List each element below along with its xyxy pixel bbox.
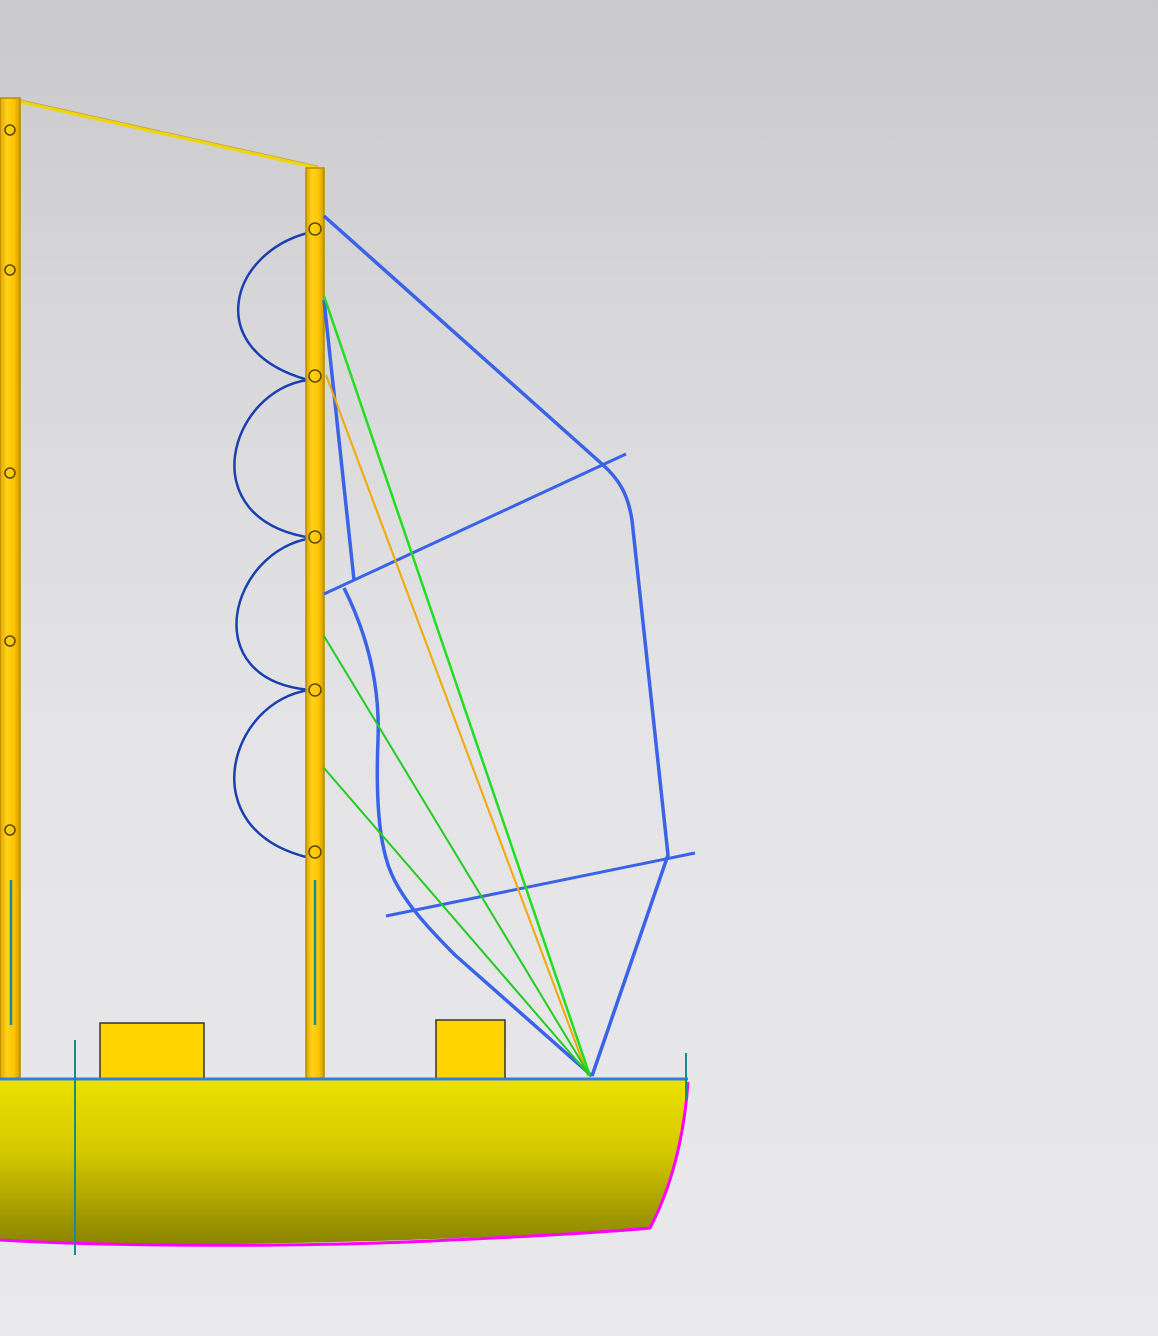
triatic-stay (11, 98, 319, 170)
rig-drawing (0, 97, 696, 1255)
deckhouse-forward (435, 1019, 506, 1080)
batten-upper (323, 452, 627, 596)
deckhouses (99, 1019, 506, 1080)
triatic-stay-outline (11, 97, 319, 167)
aft-mast (0, 97, 21, 1081)
sail-outline (322, 214, 670, 1078)
mast-hoops (233, 230, 313, 860)
battens (323, 452, 696, 918)
forward-mast (305, 167, 325, 1081)
deckhouse-aft (99, 1022, 205, 1080)
hull (0, 1077, 690, 1247)
cad-viewport (0, 0, 1158, 1336)
